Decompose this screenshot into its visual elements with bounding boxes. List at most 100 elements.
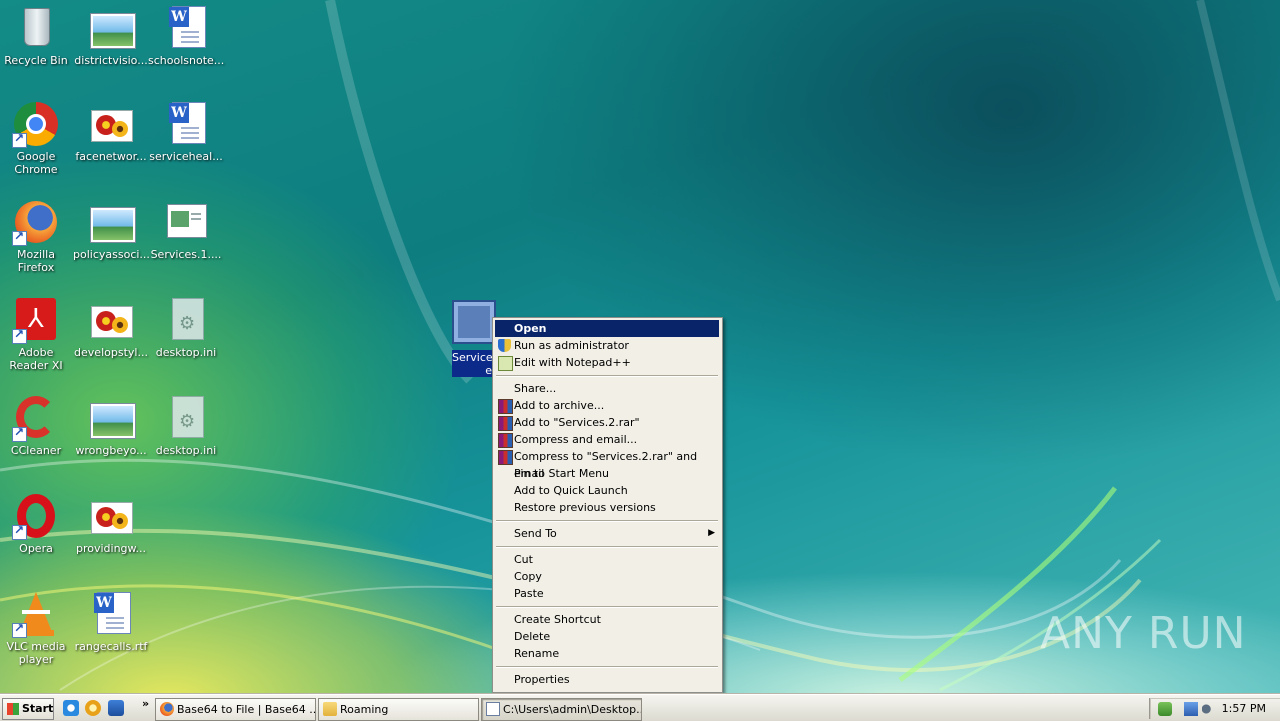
- desktop-icon-google-chrome[interactable]: Google Chrome: [0, 100, 74, 176]
- menu-item-copy[interactable]: Copy: [495, 568, 719, 585]
- taskbar-button-firefox[interactable]: Base64 to File | Base64 ...: [155, 698, 316, 721]
- window-file-icon: [162, 198, 210, 246]
- image-file-icon: [87, 492, 135, 540]
- desktop-icon-rtf-document[interactable]: W rangecalls.rtf: [73, 590, 149, 653]
- quick-launch-overflow-icon[interactable]: »: [142, 697, 149, 710]
- menu-item-properties[interactable]: Properties: [495, 671, 719, 688]
- desktop-icon-label: policyassoci...: [73, 248, 150, 261]
- desktop-icon-ini-file[interactable]: ⚙ desktop.ini: [148, 296, 224, 359]
- menu-item-restore-previous-versions[interactable]: Restore previous versions: [495, 499, 719, 516]
- firefox-icon: [12, 198, 60, 246]
- menu-separator: [496, 520, 718, 522]
- desktop-icon-label: desktop.ini: [155, 444, 217, 457]
- menu-item-run-as-administrator[interactable]: Run as administrator: [495, 337, 719, 354]
- menu-separator: [496, 546, 718, 548]
- desktop-icon-label: districtvisio...: [74, 54, 148, 67]
- menu-item-add-to-quick-launch[interactable]: Add to Quick Launch: [495, 482, 719, 499]
- menu-item-compress-to-rar-and-email[interactable]: Compress to "Services.2.rar" and email: [495, 448, 719, 480]
- desktop-icon-ini-file[interactable]: ⚙ desktop.ini: [148, 394, 224, 457]
- desktop-icon-label: serviceheal...: [149, 150, 223, 163]
- menu-item-share[interactable]: Share...: [495, 380, 719, 397]
- taskbar-button-label: Roaming: [340, 703, 389, 716]
- desktop-icon-recycle-bin[interactable]: Recycle Bin: [0, 4, 74, 67]
- menu-item-paste[interactable]: Paste: [495, 585, 719, 602]
- security-alert-icon[interactable]: [1158, 702, 1172, 716]
- desktop-icon-opera[interactable]: Opera: [0, 492, 74, 555]
- word-document-icon: W: [87, 590, 135, 638]
- image-file-icon: [87, 394, 135, 442]
- desktop-icon-label: VLC media player: [6, 640, 66, 666]
- network-icon[interactable]: [1184, 702, 1198, 716]
- desktop-icon-label: Google Chrome: [14, 150, 58, 176]
- executable-icon: [452, 300, 496, 344]
- taskbar-button-roaming[interactable]: Roaming: [318, 698, 479, 721]
- menu-item-delete[interactable]: Delete: [495, 628, 719, 645]
- desktop-icon-label: desktop.ini: [155, 346, 217, 359]
- ini-file-icon: ⚙: [162, 296, 210, 344]
- desktop-icon-label: Mozilla Firefox: [17, 248, 55, 274]
- anyrun-watermark: ANY RUN: [1040, 608, 1247, 659]
- desktop-icon-vlc-media-player[interactable]: VLC media player: [0, 590, 74, 666]
- desktop-icon-services-selected[interactable]: Services e: [452, 300, 496, 377]
- start-button[interactable]: Start: [2, 698, 54, 720]
- desktop-icon-label: Services.1....: [150, 248, 222, 261]
- winrar-icon: [498, 433, 513, 448]
- desktop-icon-image-file[interactable]: providingw...: [73, 492, 149, 555]
- internet-explorer-icon[interactable]: [63, 700, 79, 716]
- menu-item-add-to-archive[interactable]: Add to archive...: [495, 397, 719, 414]
- chrome-icon: [12, 100, 60, 148]
- word-document-icon: W: [162, 100, 210, 148]
- volume-icon[interactable]: [1202, 702, 1216, 716]
- clock[interactable]: 1:57 PM: [1222, 698, 1266, 719]
- menu-item-compress-and-email[interactable]: Compress and email...: [495, 431, 719, 448]
- desktop-icon-image-file[interactable]: developstyl...: [73, 296, 149, 359]
- menu-item-cut[interactable]: Cut: [495, 551, 719, 568]
- menu-separator: [496, 606, 718, 608]
- desktop-icon-mozilla-firefox[interactable]: Mozilla Firefox: [0, 198, 74, 274]
- menu-item-rename[interactable]: Rename: [495, 645, 719, 662]
- notepad-icon: [486, 702, 500, 716]
- system-tray: 1:57 PM: [1149, 698, 1280, 719]
- desktop-icon-image-file[interactable]: wrongbeyo...: [73, 394, 149, 457]
- menu-item-pin-to-start-menu[interactable]: Pin to Start Menu: [495, 465, 719, 482]
- image-file-icon: [87, 4, 135, 52]
- desktop-icon-word-document[interactable]: W schoolsnote...: [148, 4, 224, 67]
- desktop-icon-adobe-reader[interactable]: ⅄ Adobe Reader XI: [0, 296, 74, 372]
- ccleaner-icon: [12, 394, 60, 442]
- menu-item-send-to[interactable]: Send To ▶: [495, 525, 719, 542]
- winrar-icon: [498, 450, 513, 465]
- desktop-icon-label: developstyl...: [74, 346, 148, 359]
- image-file-icon: [87, 100, 135, 148]
- firefox-icon: [160, 702, 174, 716]
- desktop-icon-ccleaner[interactable]: CCleaner: [0, 394, 74, 457]
- desktop-icon-image-file[interactable]: policyassoci...: [73, 198, 150, 261]
- desktop-icon-word-document[interactable]: W serviceheal...: [148, 100, 224, 163]
- menu-separator: [496, 666, 718, 668]
- uac-shield-icon: [498, 339, 511, 352]
- menu-item-create-shortcut[interactable]: Create Shortcut: [495, 611, 719, 628]
- taskbar-button-notepad[interactable]: C:\Users\admin\Desktop...: [481, 698, 642, 721]
- desktop-icon-label: rangecalls.rtf: [74, 640, 148, 653]
- notepadpp-icon: [498, 356, 513, 371]
- folder-icon: [323, 702, 337, 716]
- desktop-icon-label: providingw...: [75, 542, 147, 555]
- desktop-icon-window-file[interactable]: Services.1....: [148, 198, 224, 261]
- shortcut-arrow-icon: [12, 621, 27, 638]
- context-menu: Open Run as administrator Edit with Note…: [492, 317, 723, 693]
- adobe-reader-icon: ⅄: [12, 296, 60, 344]
- taskbar-button-label: Base64 to File | Base64 ...: [177, 703, 316, 716]
- desktop[interactable]: Recycle Bin Google Chrome Mozilla Firefo…: [0, 0, 1280, 694]
- desktop-icon-label: Adobe Reader XI: [9, 346, 63, 372]
- desktop-icon-label: CCleaner: [10, 444, 62, 457]
- winrar-icon: [498, 399, 513, 414]
- menu-item-open[interactable]: Open: [495, 320, 719, 337]
- image-file-icon: [87, 296, 135, 344]
- menu-item-add-to-rar[interactable]: Add to "Services.2.rar": [495, 414, 719, 431]
- shortcut-arrow-icon: [12, 425, 27, 442]
- desktop-icon-image-file[interactable]: districtvisio...: [73, 4, 149, 67]
- menu-item-edit-with-notepadpp[interactable]: Edit with Notepad++: [495, 354, 719, 371]
- desktop-icon-image-file[interactable]: facenetwor...: [73, 100, 149, 163]
- taskbar-button-label: C:\Users\admin\Desktop...: [503, 703, 642, 716]
- browser-quick-launch-icon[interactable]: [85, 700, 101, 716]
- show-desktop-icon[interactable]: [108, 700, 124, 716]
